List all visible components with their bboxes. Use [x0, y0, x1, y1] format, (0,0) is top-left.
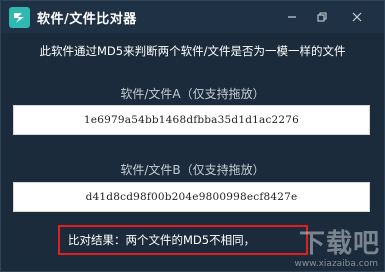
file-a-hash: 1e6979a54bb1468dfbba35d1d1ac2276 — [83, 114, 300, 126]
watermark-url: www.xiazaiba.com — [294, 259, 378, 269]
minimize-button[interactable] — [281, 7, 303, 27]
maximize-button[interactable] — [311, 7, 333, 27]
app-logo-icon — [9, 7, 30, 28]
title-bar[interactable]: 软件/文件比对器 — [1, 1, 384, 33]
close-icon — [352, 12, 362, 22]
result-text: 比对结果：两个文件的MD5不相同， — [68, 233, 256, 247]
window-title: 软件/文件比对器 — [37, 12, 137, 27]
description-text: 此软件通过MD5来判断两个软件/文件是否为一模一样的文件 — [39, 44, 346, 58]
file-a-drop-zone[interactable]: 1e6979a54bb1468dfbba35d1d1ac2276 — [13, 105, 370, 135]
app-window: 软件/文件比对器 此软件通过MD5来判断两个软件/文件是否为一模一样的文件 软件… — [0, 0, 385, 272]
file-b-label: 软件/文件B（仅支持拖放） — [120, 163, 265, 177]
file-a-label: 软件/文件A（仅支持拖放） — [120, 87, 265, 101]
watermark-logo: 下载吧 www.xiazaiba.com — [269, 219, 384, 271]
close-button[interactable] — [346, 7, 368, 27]
file-b-hash: d41d8cd98f00b204e9800998ecf8427e — [85, 191, 298, 203]
file-b-drop-zone[interactable]: d41d8cd98f00b204e9800998ecf8427e — [13, 182, 370, 212]
watermark-text: 下载吧 — [298, 229, 380, 259]
restore-icon — [317, 12, 327, 22]
minimize-icon — [288, 16, 296, 18]
